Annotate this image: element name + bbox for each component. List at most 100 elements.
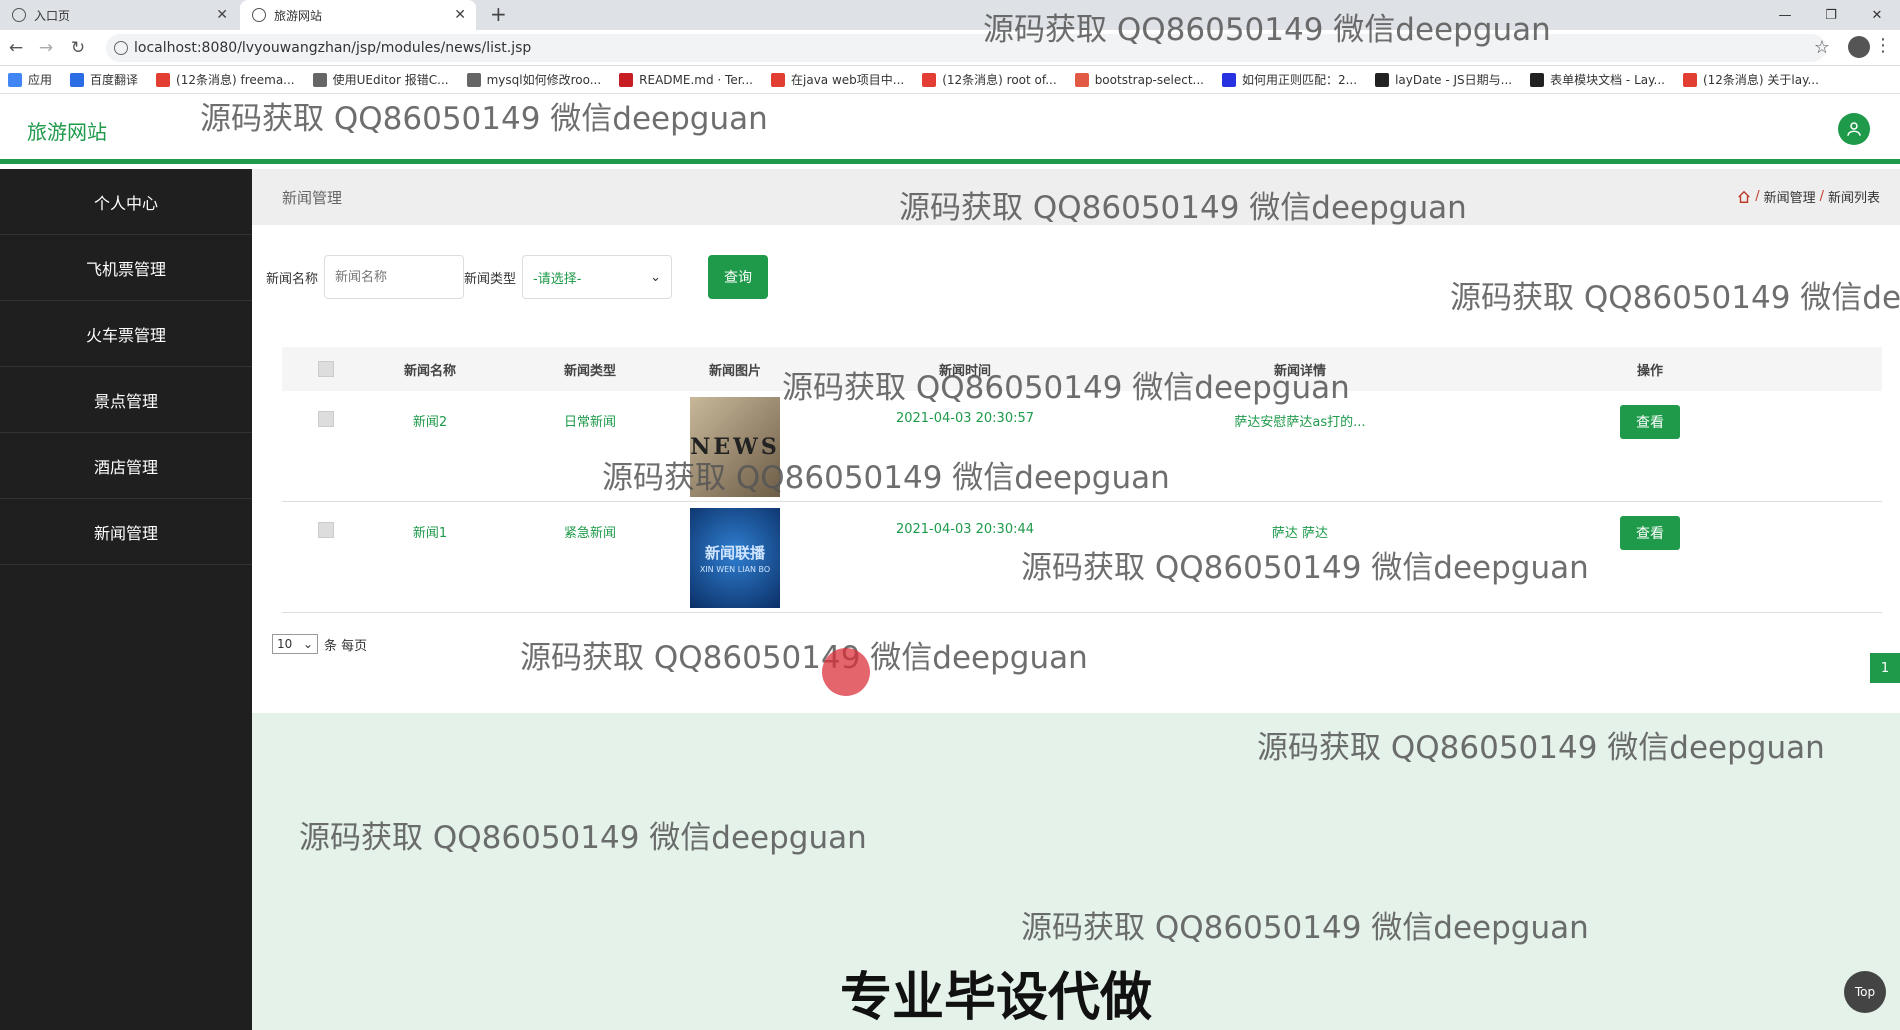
bookmark-item[interactable]: (12条消息) 关于lay... [1682,71,1819,88]
column-header: 新闻类型 [563,363,616,379]
browser-tab-inactive[interactable]: 入口页 ✕ [0,0,238,30]
view-button[interactable]: 查看 [1620,516,1680,550]
bookmark-item[interactable]: README.md · Ter... [619,72,753,87]
minimize-icon[interactable]: — [1762,0,1808,30]
close-tab-icon[interactable]: ✕ [216,7,228,23]
forward-icon[interactable]: → [34,36,58,60]
url-field[interactable]: localhost:8080/lvyouwangzhan/jsp/modules… [106,34,1826,62]
close-tab-icon[interactable]: ✕ [454,7,466,23]
column-header: 新闻详情 [1273,363,1326,379]
column-header: 新闻时间 [938,363,991,379]
site-info-icon[interactable] [114,41,128,55]
sidebar-item-flight-tickets[interactable]: 飞机票管理 [0,235,252,301]
back-icon[interactable]: ← [4,36,28,60]
bookmark-label: bootstrap-select... [1094,72,1204,87]
close-window-icon[interactable]: ✕ [1854,0,1900,30]
row-checkbox[interactable] [318,522,334,538]
bookmark-item[interactable]: layDate - JS日期与... [1375,71,1512,88]
bookmark-item[interactable]: mysql如何修改roo... [466,71,602,88]
sidebar-item-train-tickets[interactable]: 火车票管理 [0,301,252,367]
bookmark-label: (12条消息) freema... [176,73,295,87]
sidebar-item-personal-center[interactable]: 个人中心 [0,169,252,235]
news-type-label: 新闻类型 [464,271,517,287]
view-button[interactable]: 查看 [1620,405,1680,439]
query-button[interactable]: 查询 [708,255,769,299]
bookmark-item[interactable]: 在java web项目中... [771,71,904,88]
main-content: 新闻管理 / 新闻管理 / 新闻列表 新闻名称 新闻类型 -请选择- ⌄ 查询 … [252,169,1900,1030]
baidu-icon [1221,72,1236,87]
url-text: localhost:8080/lvyouwangzhan/jsp/modules… [134,40,532,56]
news-type-select[interactable]: -请选择- ⌄ [522,255,673,299]
menu-kebab-icon[interactable]: ⋮ [1874,35,1892,56]
bookmark-label: (12条消息) 关于lay... [1702,73,1819,87]
profile-icon[interactable] [1848,36,1870,58]
pagination-size: 10 ⌄ 条 每页 [272,634,367,654]
csdn-icon [1682,72,1697,87]
browser-tab-active[interactable]: 旅游网站 ✕ [240,0,476,30]
user-icon [1847,122,1861,136]
restore-icon[interactable]: ❐ [1808,0,1854,30]
bookmark-icon [466,72,481,87]
browser-tab-bar: 入口页 ✕ 旅游网站 ✕ + — ❐ ✕ [0,0,1900,30]
select-all-checkbox[interactable] [318,361,334,377]
user-avatar[interactable] [1838,113,1870,145]
page-title: 新闻管理 [282,189,343,207]
page-size-label: 条 每页 [324,638,368,654]
sidebar-item-hotels[interactable]: 酒店管理 [0,433,252,499]
news-table: 新闻名称 新闻类型 新闻图片 新闻时间 新闻详情 操作 新闻2 日常新闻 NEW… [282,347,1882,613]
sidebar-item-news[interactable]: 新闻管理 [0,499,252,565]
page-number-button[interactable]: 1 [1870,653,1900,683]
news-type-selected: -请选择- [533,271,582,287]
bookmark-label: 在java web项目中... [791,73,905,87]
row-checkbox[interactable] [318,411,334,427]
breadcrumb-item[interactable]: 新闻管理 [1764,187,1816,206]
cell-news-time: 2021-04-03 20:30:57 [895,411,1035,426]
search-form: 新闻名称 新闻类型 -请选择- ⌄ 查询 [266,255,769,299]
bookmark-item[interactable]: 如何用正则匹配：2... [1221,71,1357,88]
cell-news-detail: 萨达 萨达 [1271,526,1329,541]
bookmark-item[interactable]: bootstrap-select... [1074,72,1204,87]
sidebar-item-attractions[interactable]: 景点管理 [0,367,252,433]
site-brand[interactable]: 旅游网站 [27,116,107,145]
bookmark-item[interactable]: (12条消息) freema... [156,71,295,88]
bookmark-icon [1074,72,1089,87]
apps-grid-icon [8,72,22,87]
bookmark-item[interactable]: 使用UEditor 报错C... [312,71,449,88]
address-toolbar: ← → ↻ localhost:8080/lvyouwangzhan/jsp/m… [0,30,1900,66]
bookmark-label: mysql如何修改roo... [486,73,602,87]
bookmark-label: (12条消息) root of... [942,73,1057,87]
table-header: 新闻名称 新闻类型 新闻图片 新闻时间 新闻详情 操作 [282,347,1882,391]
cell-news-type: 日常新闻 [563,415,616,430]
bookmark-item[interactable]: 表单模块文档 - Lay... [1530,71,1665,88]
reload-icon[interactable]: ↻ [66,36,90,60]
breadcrumb-item: 新闻列表 [1827,191,1880,206]
chevron-down-icon: ⌄ [302,637,313,651]
bookmark-star-icon[interactable]: ☆ [1814,37,1830,58]
globe-icon [12,8,26,22]
tab-title: 入口页 [34,8,71,23]
baidu-translate-icon [70,72,85,87]
page-header-bar: 新闻管理 / 新闻管理 / 新闻列表 [252,169,1900,225]
bookmark-item[interactable]: (12条消息) root of... [922,71,1057,88]
new-tab-icon[interactable]: + [490,2,507,26]
tab-title: 旅游网站 [274,8,323,23]
chevron-down-icon: ⌄ [650,269,662,285]
back-to-top-button[interactable]: Top [1844,971,1886,1013]
page-size-select[interactable]: 10 ⌄ [272,634,318,654]
bookmark-label: 使用UEditor 报错C... [332,73,449,87]
gitee-icon [619,72,634,87]
cell-news-name: 新闻1 [412,526,448,541]
csdn-icon [771,72,785,87]
news-name-input[interactable] [324,255,465,299]
csdn-icon [922,72,937,87]
layui-icon [1530,72,1545,87]
bookmark-label: 百度翻译 [90,73,139,87]
bookmark-label: README.md · Ter... [639,72,753,87]
bookmark-item[interactable]: 百度翻译 [70,71,138,88]
cell-news-detail: 萨达安慰萨达as打的... [1234,415,1366,430]
cell-news-name: 新闻2 [412,415,448,430]
bookmark-label: 表单模块文档 - Lay... [1550,73,1665,87]
bookmark-item[interactable]: 应用 [8,71,52,88]
home-icon[interactable] [1737,190,1751,204]
bookmarks-bar: 应用 百度翻译 (12条消息) freema... 使用UEditor 报错C... m… [0,66,1900,94]
